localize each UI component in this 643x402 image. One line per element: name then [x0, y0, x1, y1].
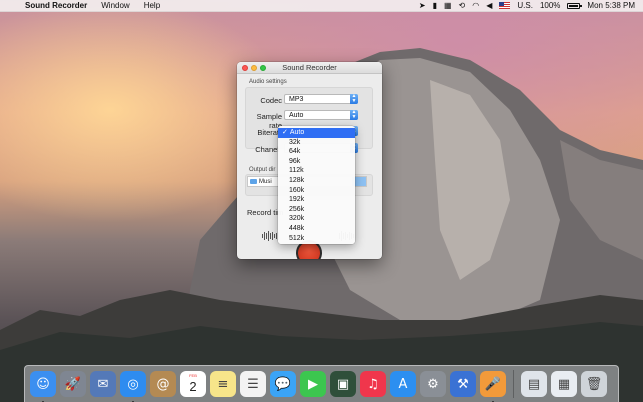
bitrate-option[interactable]: 320k — [278, 214, 355, 224]
itunes-glyph: ♫ — [367, 376, 379, 392]
bitrate-label: Biterat — [257, 128, 279, 137]
safari-glyph: ◎ — [127, 376, 139, 392]
folder-icon — [250, 179, 257, 184]
calendar-icon[interactable]: FEB 2 — [180, 371, 206, 397]
contacts-glyph: @ — [156, 376, 170, 392]
itunes-icon[interactable]: ♫ — [360, 371, 386, 397]
bitrate-option[interactable]: 64k — [278, 147, 355, 157]
popup-arrows-icon: ▲▼ — [350, 93, 358, 104]
bitrate-option[interactable]: 160k — [278, 186, 355, 196]
sample-rate-select[interactable]: Auto ▲ ▼ — [284, 110, 358, 120]
wifi-icon[interactable]: ◠ — [472, 0, 479, 12]
trash-icon[interactable]: 🗑 — [581, 371, 607, 397]
notes-icon[interactable]: ≡ — [210, 371, 236, 397]
downloads-stack-glyph: ▤ — [527, 376, 541, 392]
launchpad-glyph: 🚀 — [64, 376, 82, 392]
codec-select[interactable]: MP3 ▲ ▼ — [284, 94, 358, 104]
time-machine-icon[interactable]: ⟲ — [459, 0, 466, 12]
dock-separator — [513, 370, 514, 398]
launchpad-icon[interactable]: 🚀 — [60, 371, 86, 397]
bitrate-option-auto[interactable]: ✓ Auto — [278, 128, 355, 138]
minimize-button[interactable] — [251, 65, 257, 71]
menu-extra-icon[interactable]: ▦ — [444, 0, 452, 12]
checkmark-icon: ✓ — [282, 129, 288, 136]
contacts-icon[interactable]: @ — [150, 371, 176, 397]
bitrate-option[interactable]: 512k — [278, 234, 355, 244]
xcode-icon[interactable]: ⚒ — [450, 371, 476, 397]
reminders-glyph: ☰ — [247, 376, 259, 392]
documents-stack-glyph: ▦ — [557, 376, 571, 392]
bitrate-option[interactable]: 448k — [278, 224, 355, 234]
bitrate-option[interactable]: 96k — [278, 157, 355, 167]
window-title: Sound Recorder — [282, 63, 337, 72]
menu-bar: Sound Recorder Window Help ➤ ▮ ▦ ⟲ ◠ ◀ U… — [0, 0, 643, 12]
downloads-stack-icon[interactable]: ▤ — [521, 371, 547, 397]
menu-window[interactable]: Window — [94, 0, 136, 12]
bitrate-option[interactable]: 32k — [278, 138, 355, 148]
photo-booth-icon[interactable]: ▣ — [330, 371, 356, 397]
safari-icon[interactable]: ◎ — [120, 371, 146, 402]
channels-label: Chanel — [255, 145, 279, 154]
facetime-icon[interactable]: ▶ — [300, 371, 326, 397]
device-menu-icon[interactable]: ▮ — [433, 0, 437, 12]
bitrate-option[interactable]: 192k — [278, 195, 355, 205]
input-source-label[interactable]: U.S. — [517, 0, 533, 12]
location-arrow-icon[interactable]: ➤ — [419, 0, 426, 12]
battery-percent[interactable]: 100% — [540, 0, 560, 12]
dock: ☺ 🚀 ✉ ◎ @ FEB 2 ≡ ☰ 💬 ▶ ▣ ♫ A ⚙ ⚒ 🎤 ▤ ▦ 🗑 — [24, 365, 619, 402]
documents-stack-icon[interactable]: ▦ — [551, 371, 577, 397]
audio-settings-label: Audio settings — [249, 79, 287, 85]
volume-icon[interactable]: ◀ — [486, 0, 492, 12]
bitrate-option[interactable]: 112k — [278, 166, 355, 176]
sound-recorder-glyph: 🎤 — [484, 376, 502, 392]
menu-help[interactable]: Help — [137, 0, 167, 12]
system-preferences-icon[interactable]: ⚙ — [420, 371, 446, 397]
xcode-glyph: ⚒ — [457, 376, 469, 392]
system-preferences-glyph: ⚙ — [427, 376, 439, 392]
us-flag-icon[interactable] — [499, 2, 511, 9]
status-area: ➤ ▮ ▦ ⟲ ◠ ◀ U.S. 100% Mon 5:38 PM — [419, 0, 643, 12]
notes-glyph: ≡ — [217, 376, 229, 392]
reminders-icon[interactable]: ☰ — [240, 371, 266, 397]
app-store-icon[interactable]: A — [390, 371, 416, 397]
battery-icon[interactable] — [567, 2, 583, 9]
app-store-glyph: A — [398, 376, 408, 392]
menubar-clock[interactable]: Mon 5:38 PM — [587, 0, 635, 12]
codec-label: Codec — [260, 96, 282, 105]
output-path-text: Musi — [259, 179, 272, 185]
preview-icon[interactable]: ✉ — [90, 371, 116, 397]
calendar-month: FEB — [189, 373, 197, 378]
photo-booth-glyph: ▣ — [336, 376, 350, 392]
trash-glyph: 🗑 — [585, 376, 603, 392]
bitrate-option[interactable]: 128k — [278, 176, 355, 186]
window-titlebar[interactable]: Sound Recorder — [237, 62, 382, 74]
codec-value: MP3 — [289, 96, 304, 103]
window-controls — [242, 65, 266, 71]
calendar-day: 2 — [189, 379, 197, 394]
preview-glyph: ✉ — [97, 376, 109, 392]
popup-arrows-icon: ▲▼ — [350, 109, 358, 120]
messages-icon[interactable]: 💬 — [270, 371, 296, 397]
finder-icon[interactable]: ☺ — [30, 371, 56, 402]
close-button[interactable] — [242, 65, 248, 71]
messages-glyph: 💬 — [274, 376, 292, 392]
app-menu[interactable]: Sound Recorder — [22, 0, 94, 12]
sound-recorder-icon[interactable]: 🎤 — [480, 371, 506, 402]
sample-rate-value: Auto — [289, 112, 304, 119]
finder-glyph: ☺ — [36, 376, 50, 392]
facetime-glyph: ▶ — [308, 376, 318, 392]
bitrate-dropdown-menu: ✓ Auto 32k 64k 96k 112k 128k 160k 192k 25… — [278, 126, 355, 244]
zoom-button[interactable] — [260, 65, 266, 71]
bitrate-option[interactable]: 256k — [278, 205, 355, 215]
output-dir-label: Output dir — [249, 167, 276, 173]
